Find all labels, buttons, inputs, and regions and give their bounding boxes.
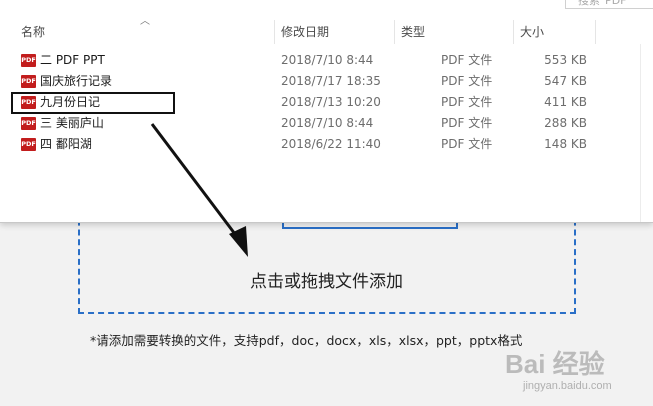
annotation-arrow-icon — [150, 123, 248, 257]
